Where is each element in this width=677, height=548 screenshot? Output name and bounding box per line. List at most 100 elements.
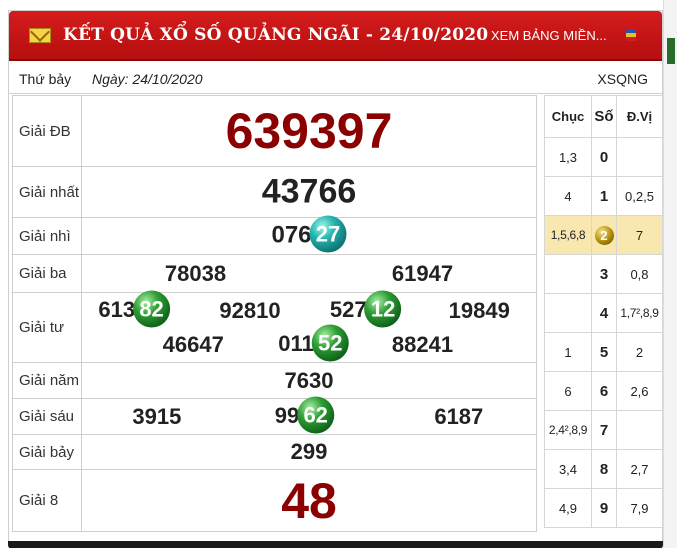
loto-tens: 1: [544, 332, 592, 372]
table-row: Giải tư 613 82 92810 527 12 19849 46647 01…: [12, 290, 537, 363]
prize-values: 076 27: [81, 215, 537, 255]
loto-tens: 4: [544, 176, 592, 216]
prize-number: 299: [290, 439, 328, 464]
table-row: Giải ba 78038 61947: [12, 254, 537, 293]
loto-digit: 7: [591, 410, 617, 450]
prize-number: 61947: [391, 260, 454, 286]
loto-digit: 0: [591, 137, 617, 177]
loto-tens: 3,4: [544, 449, 592, 489]
loto-units: 7: [616, 215, 663, 255]
loto-units: 2,6: [616, 371, 663, 411]
results-table: Giải ĐB 639397 Giải nhất 43766 Giải nhì …: [12, 95, 537, 532]
lottery-code: XSQNG: [597, 71, 648, 87]
scrollbar-thumb[interactable]: [667, 38, 675, 64]
prize-label: Giải nhất: [12, 166, 82, 218]
top-strip: [0, 0, 677, 10]
weekday-label: Thứ bảy: [19, 71, 72, 87]
prize-values: 43766: [81, 166, 537, 218]
prize-number: 92810: [219, 297, 281, 323]
col-header-dvi: Đ.Vị: [616, 95, 663, 138]
prize-label: Giải nhì: [12, 217, 82, 255]
prize-values: 7630: [81, 362, 537, 399]
page-scrollbar[interactable]: [663, 0, 677, 548]
table-row: Giải sáu 3915 99 62 6187: [12, 396, 537, 435]
prize-number: 7630: [284, 367, 334, 393]
eighth-prize-number: 48: [281, 472, 337, 529]
prize-number: 78038: [164, 260, 227, 286]
prize-number: 613 82: [98, 290, 171, 329]
special-prize-number: 639397: [225, 103, 393, 159]
table-row: Giải ĐB 639397: [12, 95, 537, 167]
prize-label: Giải ba: [12, 254, 82, 293]
table-row: Giải 8 48: [12, 469, 537, 532]
view-region-link[interactable]: XEM BẢNG MIỀN...: [491, 28, 607, 43]
loto-units: [616, 137, 663, 177]
table-row-highlighted: 1,5,6,8 2 7: [544, 215, 663, 255]
loto-tens: 4,9: [544, 488, 592, 528]
loto-digit: 4: [591, 293, 617, 333]
info-bar: Thứ bảy Ngày: 24/10/2020 XSQNG: [9, 63, 662, 94]
loto-units: 0,8: [616, 254, 663, 294]
prize-label: Giải tư: [12, 292, 82, 363]
table-row: Giải bảy 299: [12, 434, 537, 470]
loto-digit: 9: [591, 488, 617, 528]
loto-tens: [544, 254, 592, 294]
prize-label: Giải bảy: [12, 434, 82, 470]
prize-number: 527 12: [330, 290, 402, 329]
loto-tens: 2,4²,8,9: [544, 410, 592, 450]
prize-number: 99 62: [275, 396, 335, 435]
table-row: 1 5 2: [544, 332, 663, 372]
col-header-chuc: Chục: [544, 95, 592, 138]
loto-digit: 1: [591, 176, 617, 216]
table-row: 1,3 0: [544, 137, 663, 177]
prize-label: Giải năm: [12, 362, 82, 399]
prize-values: 48: [81, 469, 537, 532]
loto-digit-cell: 2: [591, 215, 617, 255]
table-row: 4 1 0,2,5: [544, 176, 663, 216]
prize-number: 011 52: [278, 324, 349, 363]
page-title: KẾT QUẢ XỔ SỐ QUẢNG NGÃI - 24/10/2020: [63, 25, 489, 45]
loto-units: 1,7²,8,9: [616, 293, 663, 333]
loto-units: 0,2,5: [616, 176, 663, 216]
prize-values: 299: [81, 434, 537, 470]
loto-digit: 8: [591, 449, 617, 489]
loto-units: 7,9: [616, 488, 663, 528]
table-row: Giải nhất 43766: [12, 166, 537, 218]
prize-label: Giải ĐB: [12, 95, 82, 167]
prize-label: Giải 8: [12, 469, 82, 532]
table-row: 2,4²,8,9 7: [544, 410, 663, 450]
prize-number: 6187: [434, 403, 484, 429]
loto-ball: 12: [364, 290, 402, 328]
prize-label: Giải sáu: [12, 398, 82, 435]
prize-values: 639397: [81, 95, 537, 167]
loto-digit: 6: [591, 371, 617, 411]
envelope-icon: [29, 28, 51, 43]
loto-tens: 6: [544, 371, 592, 411]
table-row: 6 6 2,6: [544, 371, 663, 411]
table-row: 3 0,8: [544, 254, 663, 294]
draw-date: Ngày: 24/10/2020: [92, 71, 203, 87]
loto-units: 2,7: [616, 449, 663, 489]
table-row: Giải năm 7630: [12, 362, 537, 399]
panel-header: KẾT QUẢ XỔ SỐ QUẢNG NGÃI - 24/10/2020 XE…: [9, 11, 662, 61]
loto-units: [616, 410, 663, 450]
loto-ball: 62: [297, 396, 335, 433]
loto-table: Chục Số Đ.Vị 1,3 0 4 1 0,2,5 1,5,6,8 2 7…: [544, 95, 663, 528]
loto-tens: 1,5,6,8: [544, 215, 592, 255]
table-row: 3,4 8 2,7: [544, 449, 663, 489]
loto-digit: 3: [591, 254, 617, 294]
table-row: Giải nhì 076 27: [12, 215, 537, 255]
prize-number: 19849: [448, 297, 510, 323]
prize-number: 46647: [162, 331, 224, 357]
loto-digit: 5: [591, 332, 617, 372]
prize-number: 43766: [261, 172, 357, 211]
prize-number: 3915: [132, 403, 182, 429]
prize-number: 88241: [391, 331, 454, 357]
prize-values: 3915 99 62 6187: [81, 396, 537, 435]
result-panel: KẾT QUẢ XỔ SỐ QUẢNG NGÃI - 24/10/2020 XE…: [8, 10, 663, 548]
loto-units: 2: [616, 332, 663, 372]
loto-header-row: Chục Số Đ.Vị: [544, 95, 663, 138]
loto-digit-ball: 2: [594, 225, 614, 245]
loto-ball: 27: [309, 215, 347, 253]
prize-number: 076 27: [271, 215, 347, 255]
